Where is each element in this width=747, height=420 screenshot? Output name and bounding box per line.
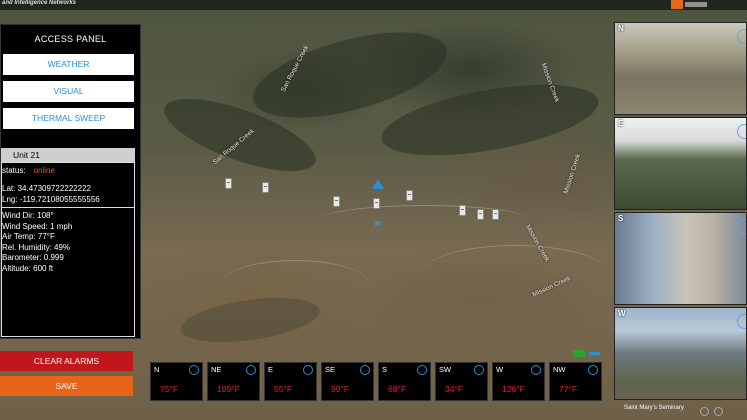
tile-temperature: 75°F bbox=[160, 384, 179, 394]
tile-direction: S bbox=[382, 365, 388, 374]
feed-direction-label: E bbox=[618, 119, 624, 128]
wind-direction: Wind Dir: 108° bbox=[2, 211, 54, 220]
temp-tile-e[interactable]: E 55°F bbox=[264, 362, 317, 401]
camera-marker[interactable] bbox=[333, 196, 340, 207]
camera-marker[interactable] bbox=[406, 190, 413, 201]
feed-direction-label: N bbox=[618, 24, 624, 33]
tile-temperature: 34°F bbox=[445, 384, 464, 394]
map-control-icon[interactable] bbox=[714, 407, 723, 416]
ring-icon bbox=[417, 365, 427, 375]
tile-temperature: 99°F bbox=[331, 384, 350, 394]
tile-temperature: 126°F bbox=[502, 384, 525, 394]
unit-header[interactable]: Unit 21 bbox=[1, 148, 135, 162]
ring-icon bbox=[360, 365, 370, 375]
save-button[interactable]: SAVE bbox=[0, 376, 133, 396]
weather-button[interactable]: WEATHER bbox=[3, 54, 134, 75]
logo-icon bbox=[671, 0, 683, 9]
barometer: Barometer: 0.999 bbox=[2, 253, 64, 262]
tile-temperature: 68°F bbox=[388, 384, 407, 394]
temp-tile-ne[interactable]: NE 109°F bbox=[207, 362, 260, 401]
divider bbox=[2, 207, 134, 208]
tile-temperature: 55°F bbox=[274, 384, 293, 394]
logo-wordmark bbox=[685, 2, 707, 7]
map-place-label: Saint Mary's Seminary bbox=[624, 405, 684, 411]
feed-toggle-icon[interactable] bbox=[737, 29, 746, 44]
tile-direction: NE bbox=[211, 365, 222, 374]
camera-marker[interactable] bbox=[262, 182, 269, 193]
camera-feed-north[interactable]: N bbox=[614, 22, 747, 115]
tile-direction: SW bbox=[439, 365, 452, 374]
temp-tile-se[interactable]: SE 99°F bbox=[321, 362, 374, 401]
access-panel: ACCESS PANEL WEATHER VISUAL THERMAL SWEE… bbox=[0, 24, 141, 339]
humidity: Rel. Humidity: 49% bbox=[2, 242, 71, 252]
tile-temperature: 77°F bbox=[559, 384, 578, 394]
temp-tile-sw[interactable]: SW 34°F bbox=[435, 362, 488, 401]
latitude: Lat: 34.47309722222222 bbox=[2, 184, 91, 193]
camera-marker[interactable] bbox=[477, 209, 484, 220]
trail bbox=[420, 245, 610, 305]
map-control-icon[interactable] bbox=[700, 407, 709, 416]
temp-tile-n[interactable]: N 75°F bbox=[150, 362, 203, 401]
feed-direction-label: S bbox=[618, 214, 624, 223]
camera-feed-west[interactable]: W bbox=[614, 307, 747, 400]
tile-direction: NW bbox=[553, 365, 566, 374]
tile-direction: E bbox=[268, 365, 274, 374]
ring-icon bbox=[246, 365, 256, 375]
clear-alarms-button[interactable]: CLEAR ALARMS bbox=[0, 351, 133, 371]
ring-icon bbox=[531, 365, 541, 375]
ring-icon bbox=[474, 365, 484, 375]
tile-temperature: 109°F bbox=[217, 384, 240, 394]
feed-toggle-icon[interactable] bbox=[737, 314, 746, 329]
temp-tile-w[interactable]: W 126°F bbox=[492, 362, 545, 401]
camera-feed-column: N E S W bbox=[614, 22, 747, 402]
tile-direction: W bbox=[496, 365, 504, 374]
temp-tile-nw[interactable]: NW 77°F bbox=[549, 362, 602, 401]
altitude: Altitude: 600 ft bbox=[2, 263, 54, 273]
feed-direction-label: W bbox=[618, 309, 626, 318]
camera-feed-east[interactable]: E bbox=[614, 117, 747, 210]
weather-readings: Wind Dir: 108° Wind Speed: 1 mph Air Tem… bbox=[2, 211, 72, 274]
longitude: Lng: -119.72108055555556 bbox=[2, 194, 100, 204]
air-temp: Air Temp: 77°F bbox=[2, 232, 55, 241]
panel-title: ACCESS PANEL bbox=[34, 34, 107, 44]
header-bar: and Intelligence Networks bbox=[0, 0, 747, 10]
camera-feed-south[interactable]: S bbox=[614, 212, 747, 305]
signal-icon bbox=[589, 352, 600, 355]
unit-info-box: status: online Lat: 34.47309722222222 Lng… bbox=[1, 162, 135, 337]
creek-label: Mission Creek bbox=[562, 153, 583, 195]
unit-direction-icon[interactable] bbox=[372, 179, 384, 189]
tile-direction: N bbox=[154, 365, 160, 374]
ring-icon bbox=[588, 365, 598, 375]
camera-marker[interactable] bbox=[459, 205, 466, 216]
visual-button[interactable]: VISUAL bbox=[3, 81, 134, 102]
thermal-sweep-button[interactable]: THERMAL SWEEP bbox=[3, 108, 134, 129]
feed-toggle-icon[interactable] bbox=[737, 124, 746, 139]
wind-speed: Wind Speed: 1 mph bbox=[2, 221, 73, 231]
temp-tile-s[interactable]: S 68°F bbox=[378, 362, 431, 401]
unit-location-icon[interactable] bbox=[375, 221, 380, 226]
ring-icon bbox=[303, 365, 313, 375]
status-label: status: bbox=[2, 166, 26, 175]
camera-marker[interactable] bbox=[492, 209, 499, 220]
status-value: online bbox=[33, 166, 55, 175]
battery-icon bbox=[573, 350, 585, 357]
tile-direction: SE bbox=[325, 365, 336, 374]
coordinates: Lat: 34.47309722222222 Lng: -119.7210805… bbox=[2, 184, 100, 205]
status-row: status: online bbox=[2, 166, 55, 177]
trail bbox=[220, 260, 370, 310]
feed-toggle-icon[interactable] bbox=[737, 219, 746, 234]
ring-icon bbox=[189, 365, 199, 375]
camera-marker[interactable] bbox=[225, 178, 232, 189]
selected-unit-marker[interactable] bbox=[373, 198, 380, 209]
brand-name: and Intelligence Networks bbox=[2, 0, 77, 6]
